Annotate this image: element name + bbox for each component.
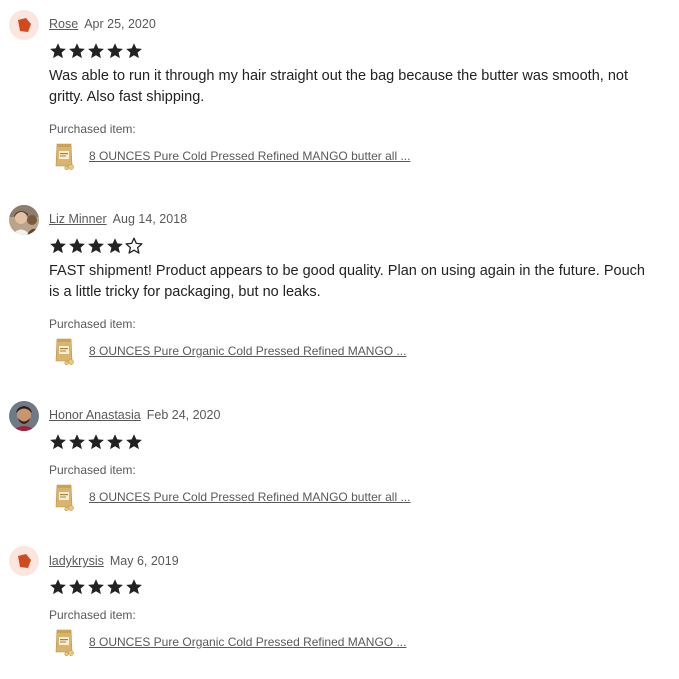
star-filled-icon [107,579,123,595]
product-thumbnail [53,483,77,511]
star-filled-icon [88,434,104,450]
star-filled-icon [88,43,104,59]
reviewer-name-link[interactable]: ladykrysis [49,554,104,568]
review-text: FAST shipment! Product appears to be goo… [49,263,645,300]
default-avatar-icon [18,554,31,568]
purchased-item-link[interactable]: 8 OUNCES Pure Organic Cold Pressed Refin… [53,336,406,366]
user-photo [9,401,39,431]
avatar[interactable] [9,10,39,40]
purchased-item-link[interactable]: 8 OUNCES Pure Organic Cold Pressed Refin… [53,627,406,657]
star-filled-icon [126,43,142,59]
purchased-item-title[interactable]: 8 OUNCES Pure Cold Pressed Refined MANGO… [89,490,410,504]
review-meta: ladykrysis May 6, 2019 [49,554,179,568]
purchased-item-link[interactable]: 8 OUNCES Pure Cold Pressed Refined MANGO… [53,141,410,171]
purchased-item-title[interactable]: 8 OUNCES Pure Organic Cold Pressed Refin… [89,344,406,358]
reviewer-name-link[interactable]: Liz Minner [49,212,107,226]
purchased-item-label: Purchased item: [49,463,136,477]
star-filled-icon [126,434,142,450]
star-filled-icon [50,43,66,59]
star-filled-icon [50,579,66,595]
review-date: Apr 25, 2020 [84,17,156,31]
purchased-item-title[interactable]: 8 OUNCES Pure Organic Cold Pressed Refin… [89,635,406,649]
default-avatar-icon [18,18,31,32]
star-filled-icon [69,43,85,59]
star-filled-icon [69,434,85,450]
star-filled-icon [69,579,85,595]
product-pouch-icon [55,484,74,511]
purchased-item-title[interactable]: 8 OUNCES Pure Cold Pressed Refined MANGO… [89,149,410,163]
review-meta: Rose Apr 25, 2020 [49,17,156,31]
star-filled-icon [50,238,66,254]
purchased-item-label: Purchased item: [49,608,136,622]
star-filled-icon [88,579,104,595]
star-filled-icon [107,43,123,59]
star-filled-icon [107,434,123,450]
star-filled-icon [126,579,142,595]
product-thumbnail [53,337,77,365]
review-date: Aug 14, 2018 [112,212,188,226]
product-pouch-icon [55,143,74,170]
star-rating [49,42,143,60]
star-filled-icon [69,238,85,254]
review-date: Feb 24, 2020 [146,408,221,422]
product-pouch-icon [55,629,74,656]
star-filled-icon [50,434,66,450]
product-thumbnail [53,628,77,656]
product-thumbnail [53,142,77,170]
star-filled-icon [107,238,123,254]
purchased-item-label: Purchased item: [49,122,136,136]
star-rating [49,433,143,451]
avatar[interactable] [9,401,39,431]
star-filled-icon [88,238,104,254]
avatar[interactable] [9,205,39,235]
star-empty-icon [125,237,143,254]
avatar[interactable] [9,546,39,576]
review-text: Was able to run it through my hair strai… [49,68,628,105]
purchased-item-link[interactable]: 8 OUNCES Pure Cold Pressed Refined MANGO… [53,482,410,512]
product-pouch-icon [55,338,74,365]
review-date: May 6, 2019 [109,554,179,568]
star-rating [49,578,143,596]
review-meta: Honor Anastasia Feb 24, 2020 [49,408,220,422]
user-photo [9,205,39,235]
star-rating [49,237,143,255]
reviewer-name-link[interactable]: Rose [49,17,78,31]
review-meta: Liz Minner Aug 14, 2018 [49,212,187,226]
reviewer-name-link[interactable]: Honor Anastasia [49,408,141,422]
purchased-item-label: Purchased item: [49,317,136,331]
